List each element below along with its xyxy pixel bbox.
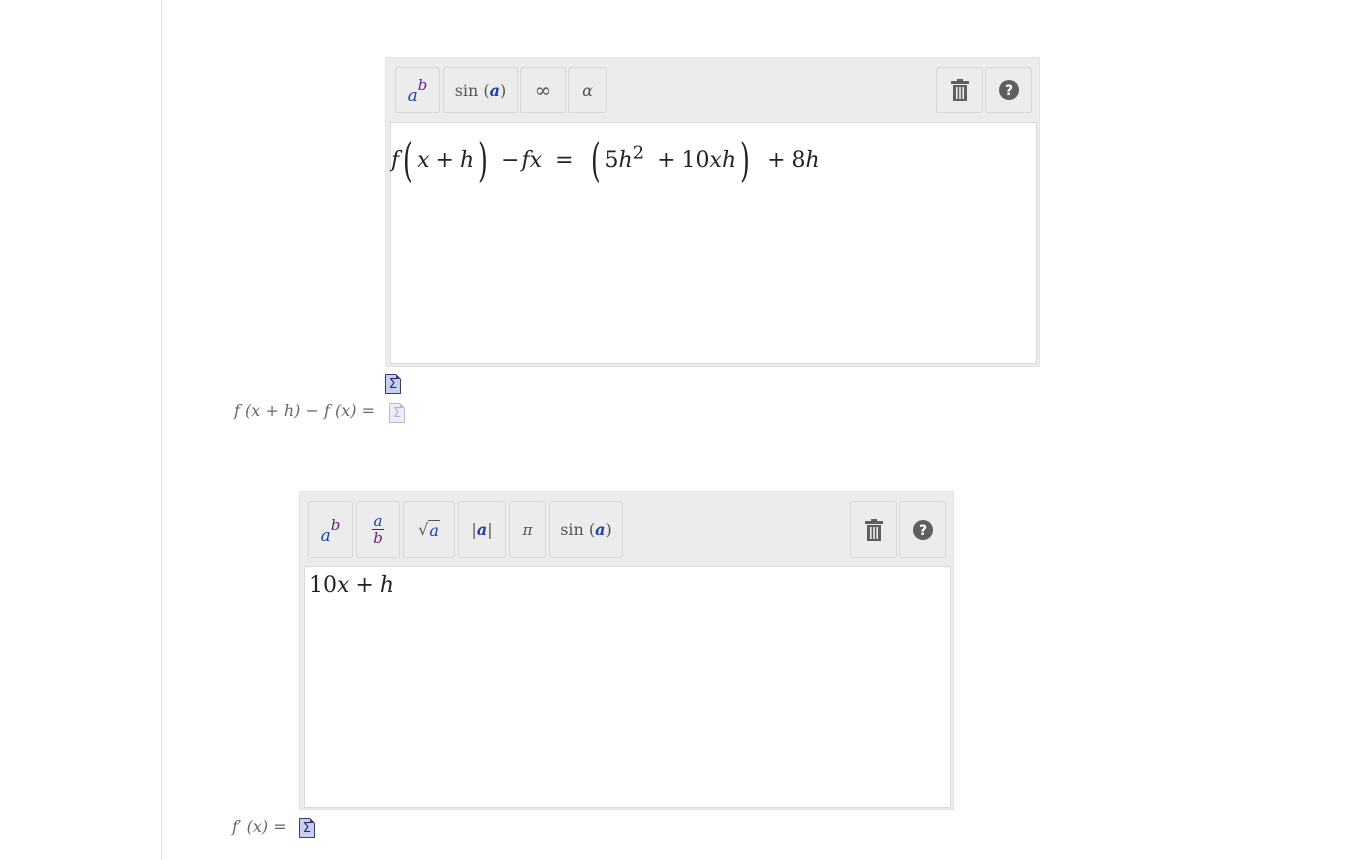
derivative-label: f′ (x) = [232, 817, 287, 836]
alpha-button[interactable]: α [568, 67, 607, 113]
infinity-button[interactable]: ∞ [520, 67, 566, 113]
expression-1: f(x + h) −fx = (5h2 +10xh) +8h [391, 133, 820, 187]
sin-button[interactable]: sin (a) [443, 67, 518, 113]
help-button[interactable]: ? [985, 67, 1032, 113]
equation-editor-icon[interactable]: Σ [385, 374, 401, 394]
svg-text:?: ? [1004, 83, 1012, 99]
math-editor-2: ab a b √ a | a | π sin (a) ? 10x + h [299, 491, 954, 810]
help-icon: ? [998, 80, 1019, 100]
editor-1-input[interactable]: f(x + h) −fx = (5h2 +10xh) +8h [390, 122, 1037, 364]
answer-placeholder-icon[interactable]: Σ [389, 403, 405, 423]
sin-button[interactable]: sin (a) [549, 501, 623, 558]
pi-button[interactable]: π [509, 501, 546, 558]
svg-text:?: ? [918, 523, 926, 539]
math-editor-1: ab sin (a) ∞ α ? f(x + h) −fx = (5h2 +… [385, 57, 1040, 367]
sqrt-button[interactable]: √ a [403, 501, 455, 558]
absolute-value-button[interactable]: | a | [458, 501, 506, 558]
help-icon: ? [912, 519, 933, 540]
clear-button[interactable] [850, 501, 897, 558]
page-left-border [161, 0, 162, 860]
equation-editor-icon[interactable]: Σ [299, 818, 315, 838]
help-button[interactable]: ? [899, 501, 946, 558]
trash-icon [950, 79, 969, 101]
power-button[interactable]: ab [308, 501, 353, 558]
expression-2: 10x + h [309, 573, 395, 598]
power-button[interactable]: ab [395, 67, 440, 113]
difference-label: f (x + h) − f (x) = [234, 401, 375, 420]
fraction-button[interactable]: a b [356, 501, 400, 558]
clear-button[interactable] [936, 67, 983, 113]
editor-2-input[interactable]: 10x + h [304, 566, 951, 808]
trash-icon [864, 518, 883, 541]
